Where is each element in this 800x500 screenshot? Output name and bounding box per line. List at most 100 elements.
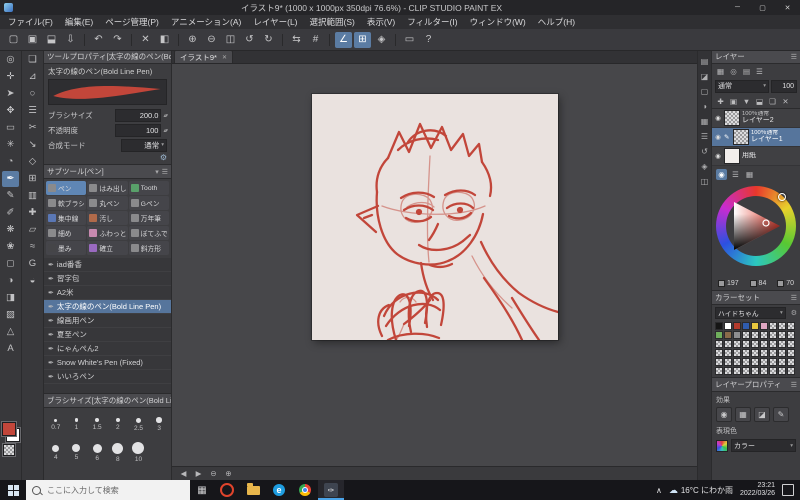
pen-list-item[interactable]: ✒ にゃんぺん2 — [44, 342, 171, 356]
brush-size-option[interactable]: 1 — [67, 411, 87, 438]
subtool-item[interactable]: 丸ペン — [87, 196, 128, 210]
g-pen-shortcut-icon[interactable]: G — [24, 256, 41, 272]
layer-move-tool-icon[interactable]: ✥ — [2, 103, 19, 119]
help-icon[interactable]: ? — [420, 32, 437, 48]
brush-size-option[interactable]: 5 — [67, 439, 87, 466]
layer-thumbnail[interactable] — [724, 148, 740, 164]
visibility-eye-icon[interactable]: ◉ — [714, 133, 722, 141]
layer-thumbnail[interactable] — [733, 129, 749, 145]
gear-icon[interactable]: ⚙ — [791, 309, 797, 317]
menu-item-6[interactable]: 表示(V) — [361, 15, 401, 29]
pen-list-item[interactable]: ✒ Snow White's Pen (Fixed) — [44, 356, 171, 370]
nav-prev-icon[interactable]: ◀ — [177, 469, 190, 478]
color-swatch[interactable] — [715, 349, 723, 357]
color-swatch[interactable] — [751, 358, 759, 366]
clock[interactable]: 23:21 2022/03/26 — [740, 482, 775, 498]
file-explorer-icon[interactable] — [240, 480, 266, 500]
dock-color-set-icon[interactable]: ▦ — [699, 118, 710, 126]
pencil-tool-icon[interactable]: ✎ — [2, 188, 19, 204]
ruler-tool-icon[interactable]: ⊿ — [24, 69, 41, 85]
color-swatch[interactable] — [778, 322, 786, 330]
color-swatch[interactable] — [742, 340, 750, 348]
menu-item-0[interactable]: ファイル(F) — [2, 15, 59, 29]
document-tab[interactable]: イラスト9* ✕ — [174, 50, 233, 63]
color-swatch[interactable] — [733, 331, 741, 339]
layer-menu-icon[interactable]: ☰ — [754, 66, 765, 77]
subtool-item[interactable]: 汚し — [87, 211, 128, 225]
clear-icon[interactable]: ✕ — [137, 32, 154, 48]
menu-item-5[interactable]: 選択範囲(S) — [304, 15, 361, 29]
color-swatch[interactable] — [751, 322, 759, 330]
selection-tool-icon[interactable]: ▭ — [2, 120, 19, 136]
close-button[interactable]: ✕ — [775, 0, 800, 15]
subtool-item[interactable]: はみ出し — [87, 181, 128, 195]
color-swatch[interactable] — [733, 358, 741, 366]
border-effect-icon[interactable]: ◉ — [716, 407, 732, 422]
color-swatch[interactable] — [760, 340, 768, 348]
canvas-viewport[interactable] — [172, 64, 697, 466]
pen-list-item[interactable]: ✒ 太字の線のペン(Bold Line Pen) — [44, 300, 171, 314]
fill-tool-icon[interactable]: ◨ — [2, 290, 19, 306]
contrast-tool-icon[interactable]: ◒ — [24, 273, 41, 289]
eraser-tool-icon[interactable]: ◻ — [2, 256, 19, 272]
subtool-header[interactable]: サブツール[ペン] ▾ ☰ — [44, 165, 171, 179]
subtool-item[interactable]: Tooth — [128, 181, 169, 195]
color-swatch[interactable] — [742, 367, 750, 375]
subtool-item[interactable]: 斜方形 — [128, 241, 169, 255]
airbrush-tool-icon[interactable]: ❋ — [2, 222, 19, 238]
brush-size-option[interactable]: 10 — [129, 439, 149, 466]
hue-marker[interactable] — [778, 193, 786, 201]
expression-color-select[interactable]: カラー ▾ — [731, 439, 796, 452]
flip-horizontal-icon[interactable]: ⇆ — [288, 32, 305, 48]
layer-blend-mode-select[interactable]: 通常 ▾ — [715, 79, 769, 93]
brush-size-option[interactable]: 4 — [46, 439, 66, 466]
action-center-icon[interactable] — [782, 484, 794, 496]
color-set-select[interactable]: ハイドちゃん ▾ — [715, 306, 786, 319]
color-swatch[interactable] — [715, 367, 723, 375]
taskbar-search[interactable] — [26, 480, 190, 500]
opera-icon[interactable] — [214, 480, 240, 500]
subtool-item[interactable]: ふわっと — [87, 226, 128, 240]
color-swatch[interactable] — [715, 340, 723, 348]
perspective-tool-icon[interactable]: ▱ — [24, 222, 41, 238]
brush-size-option[interactable]: 0.7 — [46, 411, 66, 438]
grid-sub-tool-icon[interactable]: ⊞ — [24, 171, 41, 187]
layer-property-header[interactable]: レイヤープロパティ ☰ — [712, 378, 800, 392]
color-slider-tab-icon[interactable]: ☰ — [730, 169, 741, 180]
color-swatch[interactable] — [733, 367, 741, 375]
blend-mode-select[interactable]: 通常 ▾ — [121, 139, 167, 152]
color-swatch[interactable] — [742, 349, 750, 357]
blend-tool-icon[interactable]: ◑ — [2, 273, 19, 289]
line-correct-tool-icon[interactable]: ↘ — [24, 137, 41, 153]
color-set-header[interactable]: カラーセット ☰ — [712, 291, 800, 305]
menu-item-2[interactable]: ページ管理(P) — [99, 15, 165, 29]
fit-screen-icon[interactable]: ◫ — [222, 32, 239, 48]
layer-panel-header[interactable]: レイヤー ☰ — [712, 50, 800, 64]
fill-icon[interactable]: ◧ — [156, 32, 173, 48]
object-tool-icon[interactable]: ➤ — [2, 86, 19, 102]
brush-size-option[interactable]: 6 — [87, 439, 107, 466]
layer-row[interactable]: ◉ 用紙 — [712, 147, 800, 166]
color-swatch[interactable] — [769, 349, 777, 357]
redo-icon[interactable]: ↷ — [109, 32, 126, 48]
snap-grid-icon[interactable]: ⊞ — [354, 31, 371, 48]
color-wheel-tab-icon[interactable]: ◉ — [716, 168, 727, 180]
new-folder-icon[interactable]: ▣ — [728, 96, 739, 107]
color-swatch[interactable] — [787, 322, 795, 330]
open-file-icon[interactable]: ▣ — [24, 32, 41, 48]
layer-row[interactable]: ◉ ✎ 100％通常 レイヤー1 — [712, 128, 800, 147]
brush-tool-icon[interactable]: ✐ — [2, 205, 19, 221]
pen-list-item[interactable]: ✒ A2米 — [44, 286, 171, 300]
layer-opacity-value[interactable]: 100 — [771, 79, 797, 93]
draft-layer-icon[interactable]: ✎ — [773, 407, 789, 422]
brush-size-option[interactable]: 8 — [108, 439, 128, 466]
menu-item-1[interactable]: 編集(E) — [59, 15, 99, 29]
wave-tool-icon[interactable]: ≈ — [24, 239, 41, 255]
frame-border-tool-icon[interactable]: ❏ — [24, 52, 41, 68]
snap-ruler-icon[interactable]: ∠ — [335, 31, 352, 48]
stream-line-tool-icon[interactable]: ☰ — [24, 103, 41, 119]
maximize-button[interactable]: ▢ — [750, 0, 775, 15]
color-swatch[interactable] — [787, 349, 795, 357]
auto-select-tool-icon[interactable]: ✳ — [2, 137, 19, 153]
pen-list-item[interactable]: ✒ 線画用ペン — [44, 314, 171, 328]
